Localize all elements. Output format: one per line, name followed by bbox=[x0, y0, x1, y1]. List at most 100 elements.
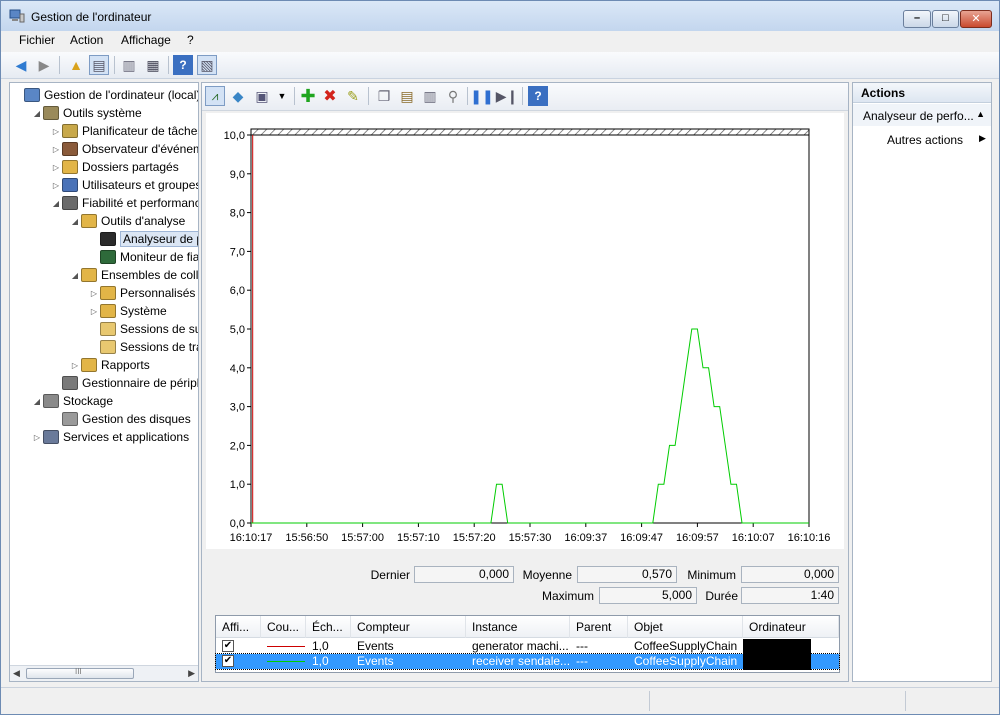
x-tick-label: 16:09:37 bbox=[564, 532, 607, 544]
view-graph-icon[interactable]: ⩘ bbox=[205, 86, 225, 106]
forward-icon[interactable]: ▶ bbox=[34, 55, 54, 75]
column-computer[interactable]: Ordinateur bbox=[743, 616, 839, 638]
menu-action[interactable]: Action bbox=[70, 33, 103, 47]
maximize-icon: □ bbox=[942, 12, 949, 24]
folder-icon bbox=[81, 214, 97, 228]
column-color[interactable]: Cou... bbox=[261, 616, 306, 638]
column-counter[interactable]: Compteur bbox=[351, 616, 466, 638]
print-icon[interactable]: ▦ bbox=[143, 55, 163, 75]
update-data-icon[interactable]: ▶❙ bbox=[496, 86, 519, 106]
expanded-arrow-icon[interactable]: ◢ bbox=[69, 217, 81, 226]
x-tick-label: 15:57:10 bbox=[397, 532, 440, 544]
status-separator bbox=[649, 691, 650, 711]
back-icon[interactable]: ◀ bbox=[11, 55, 31, 75]
help-icon[interactable]: ? bbox=[173, 55, 193, 75]
collapsed-arrow-icon[interactable]: ▷ bbox=[88, 307, 100, 316]
y-tick-label: 4,0 bbox=[230, 363, 245, 375]
tree-item-label: Stockage bbox=[63, 394, 114, 408]
copy-properties-icon[interactable]: ❐ bbox=[374, 86, 394, 106]
tree-item[interactable]: ▷ Rapports bbox=[69, 356, 150, 374]
tree-item[interactable]: Moniteur de fiab bbox=[88, 248, 198, 266]
show-tree-icon[interactable]: ▤ bbox=[89, 55, 109, 75]
menu-help[interactable]: ? bbox=[187, 33, 194, 47]
collapsed-arrow-icon[interactable]: ▷ bbox=[50, 181, 62, 190]
actions-section-header[interactable]: Analyseur de perfo... ▲ bbox=[853, 104, 991, 126]
menu-fichier[interactable]: Fichier bbox=[19, 33, 55, 47]
scroll-right-icon[interactable]: ▶ bbox=[188, 668, 195, 679]
main-toolbar: ◀ ▶ ▲ ▤ ▥ ▦ ? ▧ bbox=[1, 52, 999, 79]
tree-item[interactable]: ◢ Outils d'analyse bbox=[69, 212, 185, 230]
tree-item[interactable]: Sessions de trace bbox=[88, 338, 198, 356]
expanded-arrow-icon[interactable]: ◢ bbox=[69, 271, 81, 280]
maximize-button[interactable]: □ bbox=[932, 10, 959, 28]
tree-item[interactable]: ▷ Services et applications bbox=[31, 428, 189, 446]
column-instance[interactable]: Instance bbox=[466, 616, 570, 638]
add-counter-icon[interactable]: ✚ bbox=[298, 86, 318, 106]
tree-item[interactable]: Gestionnaire de périphé bbox=[50, 374, 198, 392]
minimize-button[interactable]: – bbox=[903, 10, 931, 28]
view-current-activity-icon[interactable]: ◆ bbox=[228, 86, 248, 106]
scroll-left-icon[interactable]: ◀ bbox=[13, 668, 20, 679]
actions-pane: Actions Analyseur de perfo... ▲ Autres a… bbox=[852, 82, 992, 682]
tree-item-label: Rapports bbox=[101, 358, 150, 372]
tree-item[interactable]: ◢ Outils système bbox=[31, 104, 142, 122]
more-actions-item[interactable]: Autres actions bbox=[887, 133, 963, 147]
tree-item[interactable]: ▷ Utilisateurs et groupes l bbox=[50, 176, 198, 194]
show-action-pane-icon[interactable]: ▧ bbox=[197, 55, 217, 75]
tree-item[interactable]: ▷ Observateur d'événeme bbox=[50, 140, 199, 158]
minimum-label: Minimum bbox=[687, 568, 736, 582]
tree-item-label: Observateur d'événeme bbox=[82, 142, 199, 156]
shared-folder-icon bbox=[62, 160, 78, 174]
properties-icon[interactable]: ▥ bbox=[119, 55, 139, 75]
collapsed-arrow-icon[interactable]: ▷ bbox=[69, 361, 81, 370]
tree-item[interactable]: Gestion des disques bbox=[50, 410, 191, 428]
tree-item-label: Fiabilité et performance bbox=[82, 196, 199, 210]
system-folder-icon bbox=[100, 304, 116, 318]
tree-item[interactable]: ▷ Système bbox=[88, 302, 167, 320]
properties-icon[interactable]: ▥ bbox=[420, 86, 440, 106]
expanded-arrow-icon[interactable]: ◢ bbox=[50, 199, 62, 208]
close-button[interactable]: ✕ bbox=[960, 10, 992, 28]
collapsed-arrow-icon[interactable]: ▷ bbox=[31, 433, 43, 442]
tree-item[interactable]: Analyseur de per bbox=[88, 230, 198, 248]
tree-horizontal-scrollbar[interactable]: ◀ III ▶ bbox=[10, 665, 198, 681]
tree-item[interactable]: ▷ Planificateur de tâches bbox=[50, 122, 198, 140]
tree-item[interactable]: ▷ Personnalisés bbox=[88, 284, 195, 302]
expanded-arrow-icon[interactable]: ◢ bbox=[31, 397, 43, 406]
y-tick-label: 2,0 bbox=[230, 440, 245, 452]
tree-item[interactable]: ◢ Ensembles de collec bbox=[69, 266, 198, 284]
change-graph-type-icon[interactable]: ▣ bbox=[252, 86, 272, 106]
tree-item[interactable]: ◢ Fiabilité et performance bbox=[50, 194, 199, 212]
column-show[interactable]: Affi... bbox=[216, 616, 261, 638]
highlight-icon[interactable]: ✎ bbox=[343, 86, 363, 106]
collapsed-arrow-icon[interactable]: ▷ bbox=[88, 289, 100, 298]
tree-item[interactable]: ◢ Stockage bbox=[31, 392, 113, 410]
expanded-arrow-icon[interactable]: ◢ bbox=[31, 109, 43, 118]
counter-cell: Events bbox=[357, 639, 394, 653]
paste-counter-list-icon[interactable]: ▤ bbox=[397, 86, 417, 106]
scroll-thumb[interactable]: III bbox=[26, 667, 134, 679]
up-folder-icon[interactable]: ▲ bbox=[66, 55, 86, 75]
column-parent[interactable]: Parent bbox=[570, 616, 628, 638]
tree-item[interactable]: Sessions de suivi bbox=[88, 320, 198, 338]
parent-cell: --- bbox=[576, 654, 588, 668]
column-object[interactable]: Objet bbox=[628, 616, 743, 638]
collapsed-arrow-icon[interactable]: ▷ bbox=[50, 163, 62, 172]
tree-item[interactable]: Gestion de l'ordinateur (local) bbox=[12, 86, 198, 104]
tree-item[interactable]: ▷ Dossiers partagés bbox=[50, 158, 179, 176]
toolbar-separator bbox=[368, 87, 369, 105]
show-checkbox[interactable]: ✔ bbox=[222, 640, 234, 652]
collapse-up-icon[interactable]: ▲ bbox=[976, 109, 985, 119]
collapsed-arrow-icon[interactable]: ▷ bbox=[50, 145, 62, 154]
delete-counter-icon[interactable]: ✖ bbox=[320, 86, 340, 106]
menu-affichage[interactable]: Affichage bbox=[121, 33, 171, 47]
column-scale[interactable]: Éch... bbox=[306, 616, 351, 638]
chevron-down-icon[interactable]: ▼ bbox=[272, 86, 292, 106]
collapsed-arrow-icon[interactable]: ▷ bbox=[50, 127, 62, 136]
zoom-icon[interactable]: ⚲ bbox=[443, 86, 463, 106]
plot-frame bbox=[250, 134, 810, 524]
duration-value: 1:40 bbox=[741, 587, 839, 604]
freeze-display-icon[interactable]: ❚❚ bbox=[470, 86, 493, 106]
help-icon[interactable]: ? bbox=[528, 86, 548, 106]
show-checkbox[interactable]: ✔ bbox=[222, 655, 234, 667]
